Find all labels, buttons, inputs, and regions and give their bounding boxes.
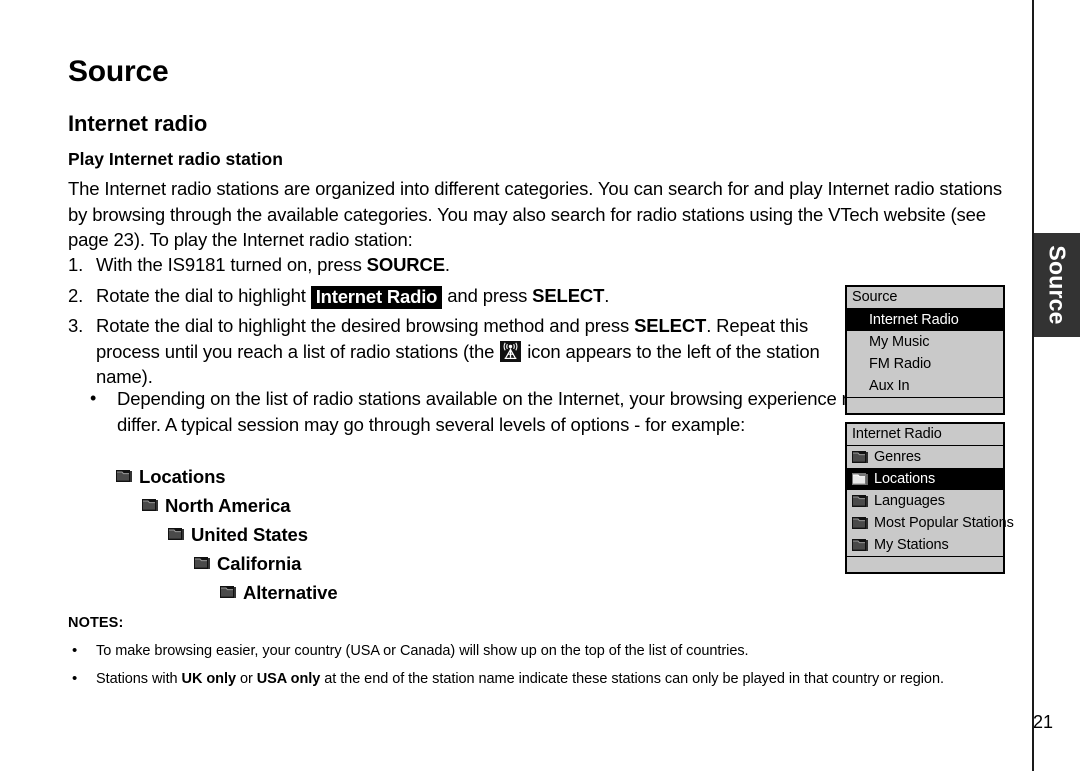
page-title: Source: [68, 55, 169, 88]
cascade-item: Alternative: [220, 578, 338, 607]
step-item: 3. Rotate the dial to highlight the desir…: [68, 313, 858, 390]
step-text: Rotate the dial to highlight the desired…: [96, 315, 820, 387]
sub-bullet-text: Depending on the list of radio stations …: [117, 388, 877, 435]
lcd-row-label: Languages: [874, 493, 945, 509]
note-item: • Stations with UK only or USA only at th…: [68, 668, 998, 691]
lcd-row[interactable]: My Music: [847, 331, 1003, 353]
lcd-row-list: Genres Locations Languages Most Popular Sta…: [847, 446, 1014, 556]
lcd-row-selected[interactable]: Internet Radio: [847, 309, 1003, 331]
step-text: With the IS9181 turned on, press SOURCE.: [96, 254, 450, 275]
folder-icon: [852, 472, 869, 487]
lcd-row-label: Internet Radio: [869, 312, 959, 328]
emphasis-text: USA only: [256, 671, 321, 687]
lcd-title: Internet Radio: [847, 424, 1003, 446]
section-title: Internet radio: [68, 111, 208, 136]
folder-icon: [220, 585, 237, 600]
text-run: .: [604, 284, 610, 306]
cascade-item-label: North America: [165, 494, 291, 516]
notes-heading: NOTES:: [68, 615, 124, 631]
lcd-row[interactable]: My Stations: [847, 534, 1003, 556]
folder-icon: [852, 516, 869, 531]
text-run: With the IS9181 turned on, press: [96, 254, 367, 275]
text-run: To make browsing easier, your country (U…: [96, 643, 749, 659]
step-text: Rotate the dial to highlight Internet Ra…: [96, 284, 610, 309]
lcd-row[interactable]: Languages: [847, 490, 1003, 512]
cascade-item-label: California: [217, 552, 302, 574]
cascade-item-label: Alternative: [243, 581, 338, 603]
lcd-row[interactable]: FM Radio: [847, 353, 1003, 375]
page-number: 21: [1032, 712, 1053, 732]
cascade-item: California: [194, 549, 338, 578]
side-tab-source: Source: [1034, 233, 1080, 337]
folder-icon: [116, 469, 133, 484]
bullet-marker: •: [90, 388, 97, 408]
cascade-example-list: Locations North America United States Calif…: [116, 462, 338, 607]
lcd-row-label: My Stations: [874, 537, 949, 553]
lcd-row-list: Internet Radio My Music FM Radio Aux In: [847, 309, 1003, 397]
lcd-status-bar: [847, 556, 1003, 572]
sub-bullet-note: • Depending on the list of radio station…: [90, 386, 877, 437]
lcd-row-label: Genres: [874, 449, 921, 465]
step-item: 1. With the IS9181 turned on, press SOURC…: [68, 252, 858, 278]
bullet-marker: •: [72, 670, 78, 687]
note-text: Stations with UK only or USA only at the…: [96, 671, 944, 687]
lcd-row-label: My Music: [869, 334, 930, 350]
numbered-steps-list: 1. With the IS9181 turned on, press SOURC…: [68, 252, 858, 395]
text-run: .: [444, 254, 450, 275]
intro-paragraph: The Internet radio stations are organize…: [68, 178, 1002, 250]
folder-icon: [852, 450, 869, 465]
folder-icon: [852, 538, 869, 553]
lcd-row-selected[interactable]: Locations: [847, 468, 1003, 490]
lcd-row[interactable]: Aux In: [847, 375, 1003, 397]
emphasis-text: UK only: [181, 671, 236, 687]
text-run: or: [235, 671, 257, 687]
step-number: 1.: [68, 254, 84, 275]
emphasis-text: SELECT: [532, 284, 605, 306]
emphasis-text: SOURCE: [366, 254, 445, 275]
bullet-marker: •: [72, 642, 78, 659]
lcd-row-label: Aux In: [869, 378, 910, 394]
highlighted-menu-chip: Internet Radio: [310, 285, 443, 309]
lcd-status-bar: [847, 397, 1003, 413]
folder-icon: [194, 556, 211, 571]
text-run: Rotate the dial to highlight the desired…: [96, 315, 635, 336]
cascade-item: United States: [168, 520, 338, 549]
lcd-row-label: Most Popular Stations: [874, 515, 1014, 531]
cascade-item: Locations: [116, 462, 338, 491]
cascade-item: North America: [142, 491, 338, 520]
lcd-screen-source: Source Internet Radio My Music FM Radio Aux …: [845, 285, 1005, 415]
subsection-title: Play Internet radio station: [68, 149, 283, 169]
antenna-icon: [500, 340, 522, 362]
lcd-row[interactable]: Most Popular Stations: [847, 512, 1014, 534]
text-run: Stations with: [96, 671, 182, 687]
text-run: and press: [442, 284, 533, 306]
note-text: To make browsing easier, your country (U…: [96, 643, 749, 659]
note-item: • To make browsing easier, your country (…: [68, 640, 998, 663]
step-number: 2.: [68, 284, 84, 306]
side-tab-label: Source: [1044, 245, 1071, 325]
folder-icon: [852, 494, 869, 509]
page-right-border: [1032, 0, 1034, 771]
folder-icon: [168, 527, 185, 542]
text-run: at the end of the station name indicate …: [320, 671, 944, 687]
step-number: 3.: [68, 315, 84, 336]
cascade-item-label: Locations: [139, 465, 226, 487]
lcd-row-label: Locations: [874, 471, 936, 487]
emphasis-text: SELECT: [634, 315, 707, 336]
lcd-row-label: FM Radio: [869, 356, 932, 372]
cascade-item-label: United States: [191, 523, 308, 545]
notes-list: • To make browsing easier, your country (…: [68, 640, 998, 696]
text-run: Rotate the dial to highlight: [96, 284, 311, 306]
folder-icon: [142, 498, 159, 513]
step-item: 2. Rotate the dial to highlight Internet …: [68, 283, 858, 309]
lcd-title: Source: [847, 287, 1003, 309]
lcd-screen-internet-radio: Internet Radio Genres Locations Languages Mo…: [845, 422, 1014, 574]
lcd-row[interactable]: Genres: [847, 446, 1003, 468]
